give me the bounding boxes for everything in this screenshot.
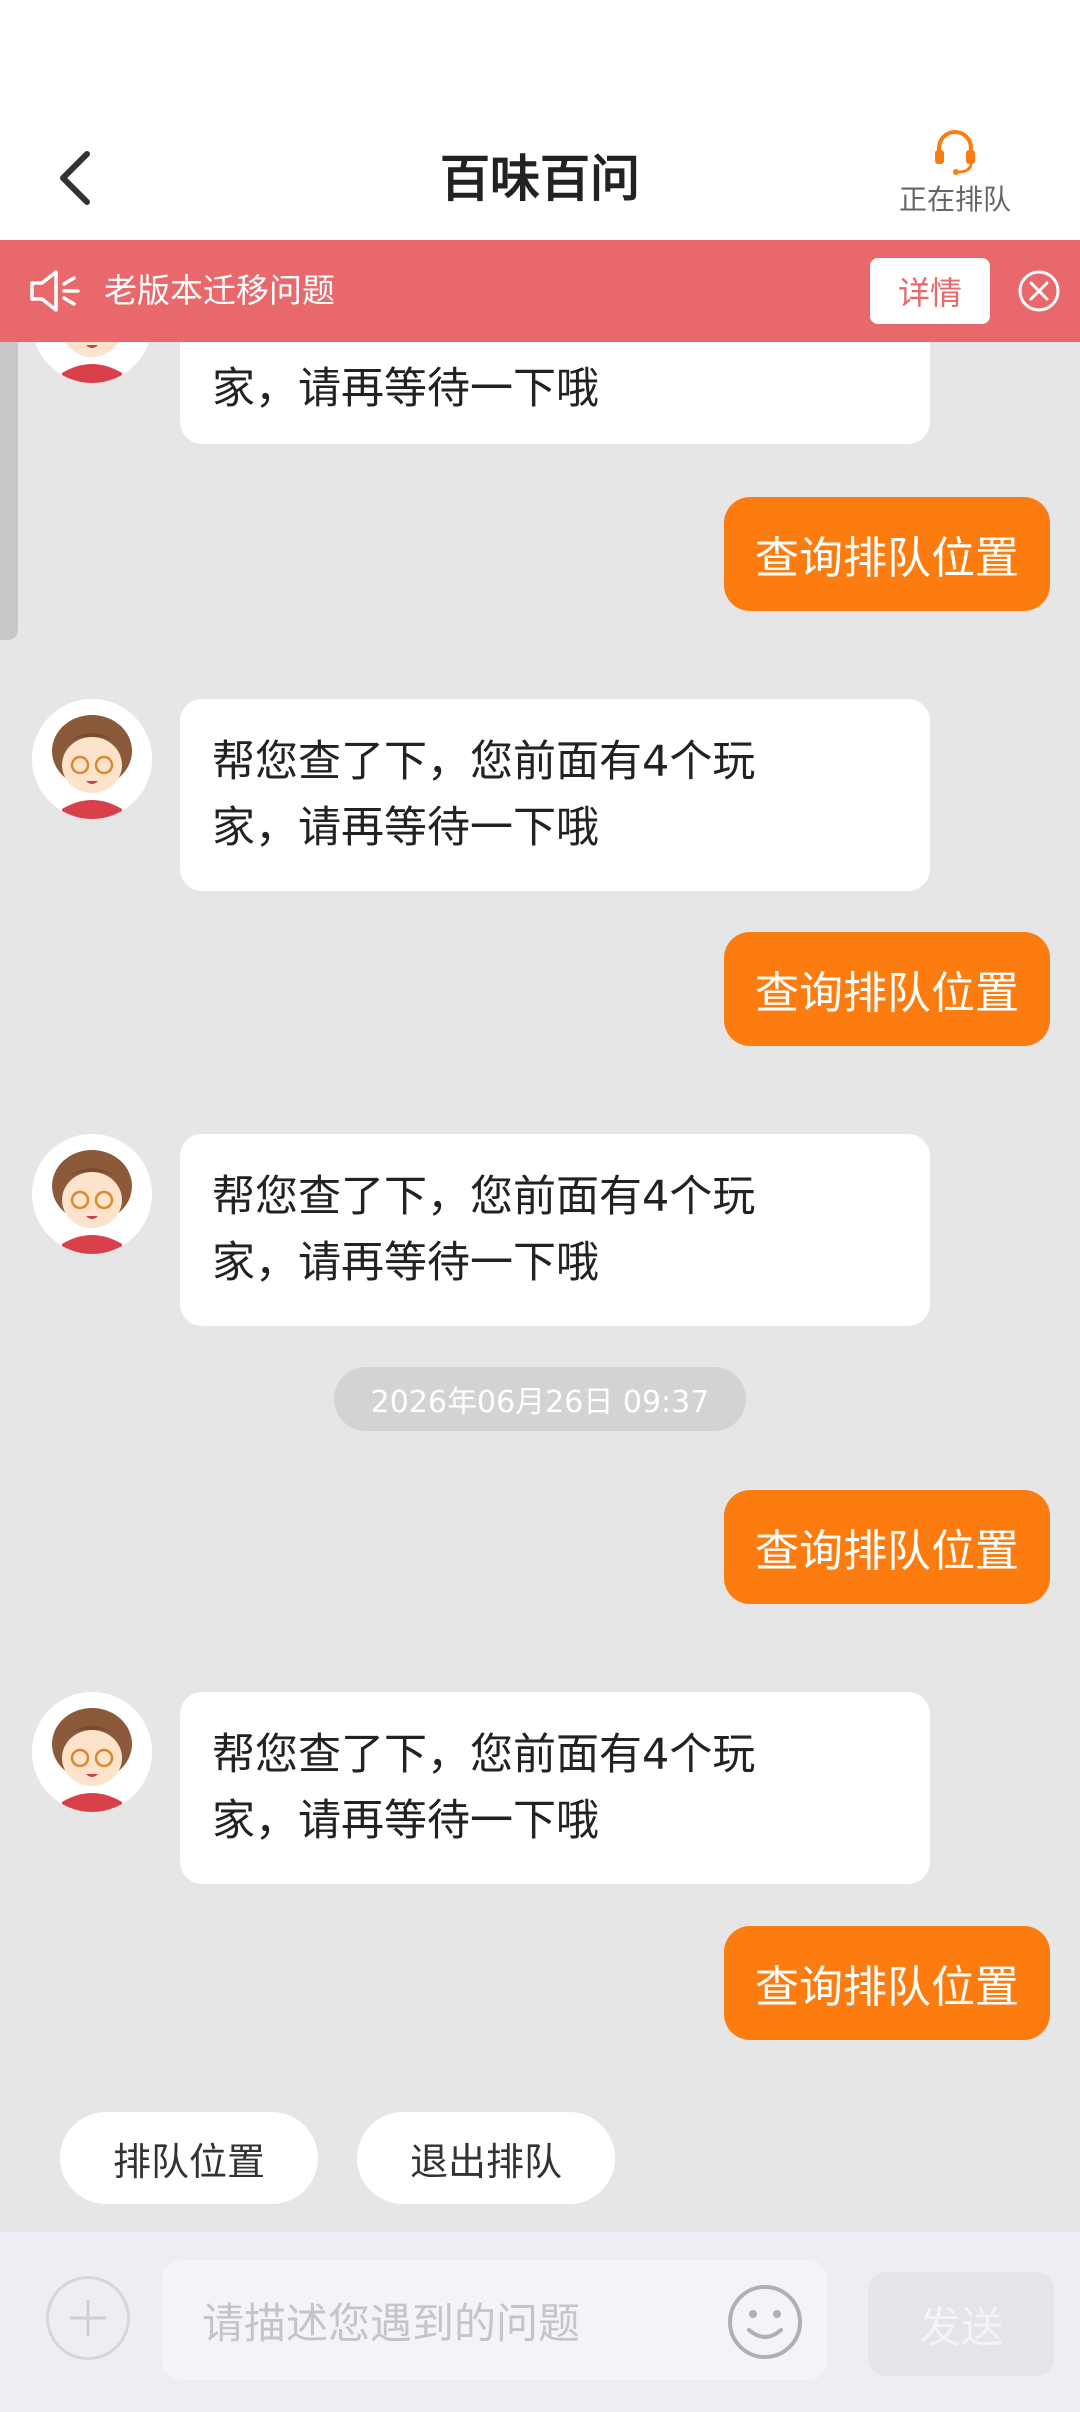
agent-message-line: 帮您查了下，您前面有4个玩	[212, 1730, 756, 1780]
back-button[interactable]	[40, 138, 110, 218]
user-message-bubble: 查询排队位置	[724, 1490, 1050, 1604]
agent-message-bubble: 帮您查了下，您前面有4个玩 家，请再等待一下哦	[180, 1134, 930, 1326]
user-message-bubble: 查询排队位置	[724, 1926, 1050, 2040]
attach-button[interactable]	[46, 2276, 130, 2360]
agent-message-text: 家，请再等待一下哦	[212, 364, 599, 414]
agent-avatar-icon	[32, 1134, 152, 1254]
agent-avatar	[32, 699, 152, 819]
agent-message-line: 家，请再等待一下哦	[212, 1796, 599, 1846]
plus-icon	[70, 2300, 106, 2336]
queue-status-button[interactable]: 正在排队	[880, 128, 1030, 228]
agent-avatar	[32, 1692, 152, 1812]
notice-detail-button[interactable]: 详情	[870, 258, 990, 324]
headset-icon	[935, 130, 975, 175]
status-bar	[0, 0, 1080, 110]
scroll-indicator[interactable]	[0, 300, 18, 640]
queue-status-label: 正在排队	[898, 183, 1011, 216]
agent-avatar	[32, 1134, 152, 1254]
agent-message-line: 帮您查了下，您前面有4个玩	[212, 1172, 756, 1222]
agent-avatar-icon	[32, 699, 152, 819]
user-message-bubble: 查询排队位置	[724, 932, 1050, 1046]
quick-reply-queue-position[interactable]: 排队位置	[60, 2112, 318, 2204]
notice-text: 老版本迁移问题	[104, 271, 335, 310]
agent-message-bubble: 帮您查了下，您前面有4个玩 家，请再等待一下哦	[180, 1692, 930, 1884]
agent-message-line: 家，请再等待一下哦	[212, 803, 599, 853]
agent-avatar-icon	[32, 1692, 152, 1812]
composer-bar: 请描述您遇到的问题 发送	[0, 2232, 1080, 2412]
agent-message-bubble: 帮您查了下，您前面有4个玩 家，请再等待一下哦	[180, 699, 930, 891]
close-circle-icon[interactable]	[1016, 268, 1062, 314]
agent-message-line: 帮您查了下，您前面有4个玩	[212, 737, 756, 787]
message-timestamp: 2026年06月26日 09:37	[334, 1367, 746, 1431]
send-button[interactable]: 发送	[868, 2272, 1054, 2376]
agent-message-line: 家，请再等待一下哦	[212, 1238, 599, 1288]
speaker-icon	[30, 270, 80, 312]
emoji-icon[interactable]	[725, 2282, 805, 2362]
user-message-bubble: 查询排队位置	[724, 497, 1050, 611]
notice-banner: 老版本迁移问题 详情	[0, 240, 1080, 342]
header-bar: 百味百问 正在排队	[0, 110, 1080, 240]
quick-reply-exit-queue[interactable]: 退出排队	[357, 2112, 615, 2204]
chevron-left-icon	[60, 151, 90, 205]
